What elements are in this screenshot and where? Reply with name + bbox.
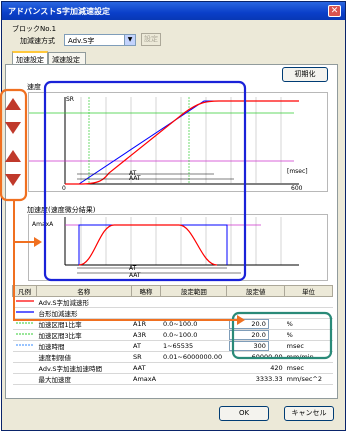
close-icon: ✕: [330, 6, 339, 16]
table-row: Adv.S字加減速形: [12, 296, 333, 308]
abbr-cell: [131, 307, 161, 319]
range-cell: 0.0~100.0: [160, 318, 227, 330]
range-cell: 0.0~100.0: [160, 329, 227, 341]
set-button[interactable]: 設定: [141, 33, 161, 46]
table-row: Adv.S字加速加速時間 AAT 420 msec: [12, 362, 333, 374]
legend-cell: [12, 307, 37, 319]
table-row: 加速区間3比率 A3R 0.0~100.0 20.0 %: [12, 329, 333, 341]
tab-accel-settings[interactable]: 加速設定: [12, 51, 48, 65]
block-label: ブロックNo.1: [12, 25, 57, 33]
abbr-cell: [131, 296, 161, 308]
abbr-cell: A3R: [131, 329, 161, 341]
legend-cell: [12, 373, 37, 385]
legend-cell: [12, 351, 37, 363]
speed-graph-svg: [29, 97, 299, 185]
table-header-row: 凡例 名称 略称 設定範囲 設定値 単位: [12, 285, 333, 297]
ok-button[interactable]: OK: [219, 406, 269, 421]
value-cell: 300: [226, 340, 285, 352]
table-row: 台形加減速形: [12, 307, 333, 319]
range-cell: 1~65535: [160, 340, 227, 352]
speed-aat-label: AAT: [129, 175, 141, 182]
table-row: 加速時間 AT 1~65535 300 msec: [12, 340, 333, 352]
abbr-cell: A1R: [131, 318, 161, 330]
name-cell: 最大加速度: [36, 373, 131, 385]
column-header-name: 名称: [36, 285, 132, 297]
a1r-input[interactable]: 20.0: [228, 319, 269, 329]
abbr-cell: AT: [131, 340, 161, 352]
legend-cell: [12, 340, 37, 352]
legend-cell: [12, 329, 37, 341]
name-cell: Adv.S字加減速形: [36, 296, 131, 308]
abbr-cell: SR: [131, 351, 161, 363]
accel-graph: AmaxA AT AAT: [28, 214, 328, 281]
range-cell: [160, 373, 227, 385]
table-row: 速度制限値 SR 0.01~6000000.00 60000.00 mm/min: [12, 351, 333, 363]
accel-method-select[interactable]: Adv.S字 ▼: [64, 34, 136, 46]
range-cell: [160, 296, 227, 308]
speed-sr-marker: SR: [66, 96, 74, 103]
unit-cell: %: [284, 318, 333, 330]
table-row: 加速区間1比率 A1R 0.0~100.0 20.0 %: [12, 318, 333, 330]
name-cell: 台形加減速形: [36, 307, 131, 319]
trapezoid-accel-line: [78, 224, 228, 265]
table-row: 最大加速度 AmaxA 3333.33 mm/sec^2: [12, 373, 333, 385]
column-header-unit: 単位: [284, 285, 333, 297]
accel-method-label: 加減速方式: [20, 37, 55, 45]
abbr-cell: AAT: [131, 362, 161, 374]
value-cell: 20.0: [226, 329, 285, 341]
name-cell: 加速区間1比率: [36, 318, 131, 330]
accel-aat-label: AAT: [129, 272, 141, 279]
unit-cell: [284, 296, 333, 308]
speed-graph: SR AT AAT 0 600 [msec]: [28, 92, 328, 192]
value-cell: [226, 296, 285, 308]
column-header-range: 設定範囲: [160, 285, 228, 297]
window-title: アドバンストS字加減速設定: [8, 7, 111, 16]
name-cell: 速度制限値: [36, 351, 131, 363]
column-header-legend: 凡例: [12, 285, 37, 297]
column-header-abbr: 略称: [130, 285, 162, 297]
unit-cell: msec: [284, 362, 333, 374]
chevron-down-icon[interactable]: ▼: [124, 35, 135, 45]
a3r-input[interactable]: 20.0: [228, 330, 269, 340]
unit-cell: mm/min: [284, 351, 333, 363]
accel-amax-marker: AmaxA: [32, 221, 54, 228]
unit-cell: msec: [284, 340, 333, 352]
value-cell: 3333.33: [226, 373, 285, 385]
adv-s-speed-curve: [65, 100, 299, 185]
abbr-cell: AmaxA: [131, 373, 161, 385]
legend-cell: [12, 318, 37, 330]
adv-s-accel-curve: [78, 224, 218, 266]
trapezoid-speed-line: [65, 100, 299, 185]
value-cell: [226, 307, 285, 319]
init-button[interactable]: 初期化: [282, 67, 328, 82]
value-cell: 20.0: [226, 318, 285, 330]
unit-cell: mm/sec^2: [284, 373, 333, 385]
unit-cell: %: [284, 329, 333, 341]
speed-x-end: 600: [291, 185, 303, 192]
accel-graph-svg: [64, 217, 299, 274]
parameter-table: 凡例 名称 略称 設定範囲 設定値 単位 Adv.S字加減速形 台形加減速形 加…: [12, 285, 333, 385]
column-header-value: 設定値: [226, 285, 286, 297]
legend-cell: [12, 362, 37, 374]
title-bar: アドバンストS字加減速設定 ✕: [2, 2, 345, 20]
range-cell: [160, 307, 227, 319]
range-cell: [160, 362, 227, 374]
legend-cell: [12, 296, 37, 308]
name-cell: 加速区間3比率: [36, 329, 131, 341]
speed-x-start: 0: [62, 185, 66, 192]
name-cell: Adv.S字加速加速時間: [36, 362, 131, 374]
name-cell: 加速時間: [36, 340, 131, 352]
accel-method-value: Adv.S字: [68, 37, 95, 45]
speed-graph-title: 速度: [27, 83, 41, 91]
range-cell: 0.01~6000000.00: [160, 351, 227, 363]
close-button[interactable]: ✕: [328, 5, 341, 17]
accel-at-label: AT: [129, 265, 137, 272]
at-input[interactable]: 300: [228, 341, 269, 351]
cancel-button[interactable]: キャンセル: [284, 406, 334, 421]
unit-cell: [284, 307, 333, 319]
speed-x-unit: [msec]: [287, 168, 308, 175]
value-cell: 60000.00: [226, 351, 285, 363]
value-cell: 420: [226, 362, 285, 374]
